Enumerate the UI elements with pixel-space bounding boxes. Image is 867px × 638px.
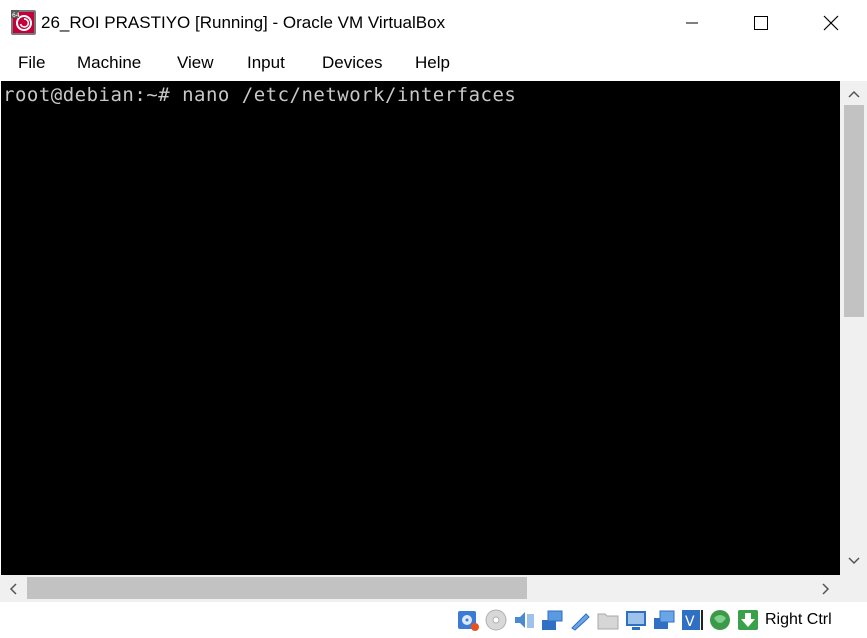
usb-icon[interactable] <box>568 608 592 632</box>
vertical-scroll-thumb[interactable] <box>844 105 864 317</box>
network-icon[interactable] <box>540 608 564 632</box>
maximize-button[interactable] <box>726 0 796 46</box>
scroll-down-arrow-icon[interactable] <box>848 556 860 566</box>
close-icon <box>823 15 839 31</box>
close-button[interactable] <box>796 0 866 46</box>
svg-text:64: 64 <box>12 12 20 19</box>
menu-input[interactable]: Input <box>247 53 285 73</box>
vertical-scrollbar[interactable] <box>840 81 867 575</box>
scrollbar-corner <box>840 575 867 602</box>
menu-machine[interactable]: Machine <box>77 53 141 73</box>
menu-file[interactable]: File <box>18 53 45 73</box>
virtualbox-vm-icon: 64 <box>11 10 36 35</box>
horizontal-scroll-thumb[interactable] <box>27 577 527 599</box>
vm-screen[interactable]: root@debian:~# nano /etc/network/interfa… <box>1 81 840 575</box>
minimize-button[interactable] <box>657 0 727 46</box>
host-key-label: Right Ctrl <box>765 611 832 628</box>
hard-disk-icon[interactable] <box>456 608 480 632</box>
horizontal-scrollbar[interactable] <box>0 575 840 602</box>
maximize-icon <box>754 16 768 30</box>
menu-view[interactable]: View <box>177 53 214 73</box>
window-title: 26_ROI PRASTIYO [Running] - Oracle VM Vi… <box>41 13 446 32</box>
svg-text:V: V <box>685 614 695 630</box>
scroll-up-arrow-icon[interactable] <box>848 89 860 99</box>
virtualization-icon[interactable]: V <box>680 608 704 632</box>
title-bar[interactable]: 64 26_ROI PRASTIYO [Running] - Oracle VM… <box>0 0 867 46</box>
display-icon[interactable] <box>624 608 648 632</box>
video-capture-icon[interactable] <box>652 608 676 632</box>
menu-bar: File Machine View Input Devices Help <box>0 46 867 81</box>
terminal-command-line: root@debian:~# nano /etc/network/interfa… <box>3 84 517 106</box>
audio-icon[interactable] <box>512 608 536 632</box>
scroll-left-arrow-icon[interactable] <box>8 583 18 595</box>
scroll-right-arrow-icon[interactable] <box>821 583 831 595</box>
status-bar: V Right Ctrl <box>0 602 867 638</box>
menu-help[interactable]: Help <box>415 53 450 73</box>
optical-drive-icon[interactable] <box>484 608 508 632</box>
mouse-integration-icon[interactable] <box>708 608 732 632</box>
menu-devices[interactable]: Devices <box>322 53 382 73</box>
keyboard-capture-icon[interactable] <box>736 608 760 632</box>
minimize-icon <box>686 22 698 24</box>
shared-folders-icon[interactable] <box>596 608 620 632</box>
